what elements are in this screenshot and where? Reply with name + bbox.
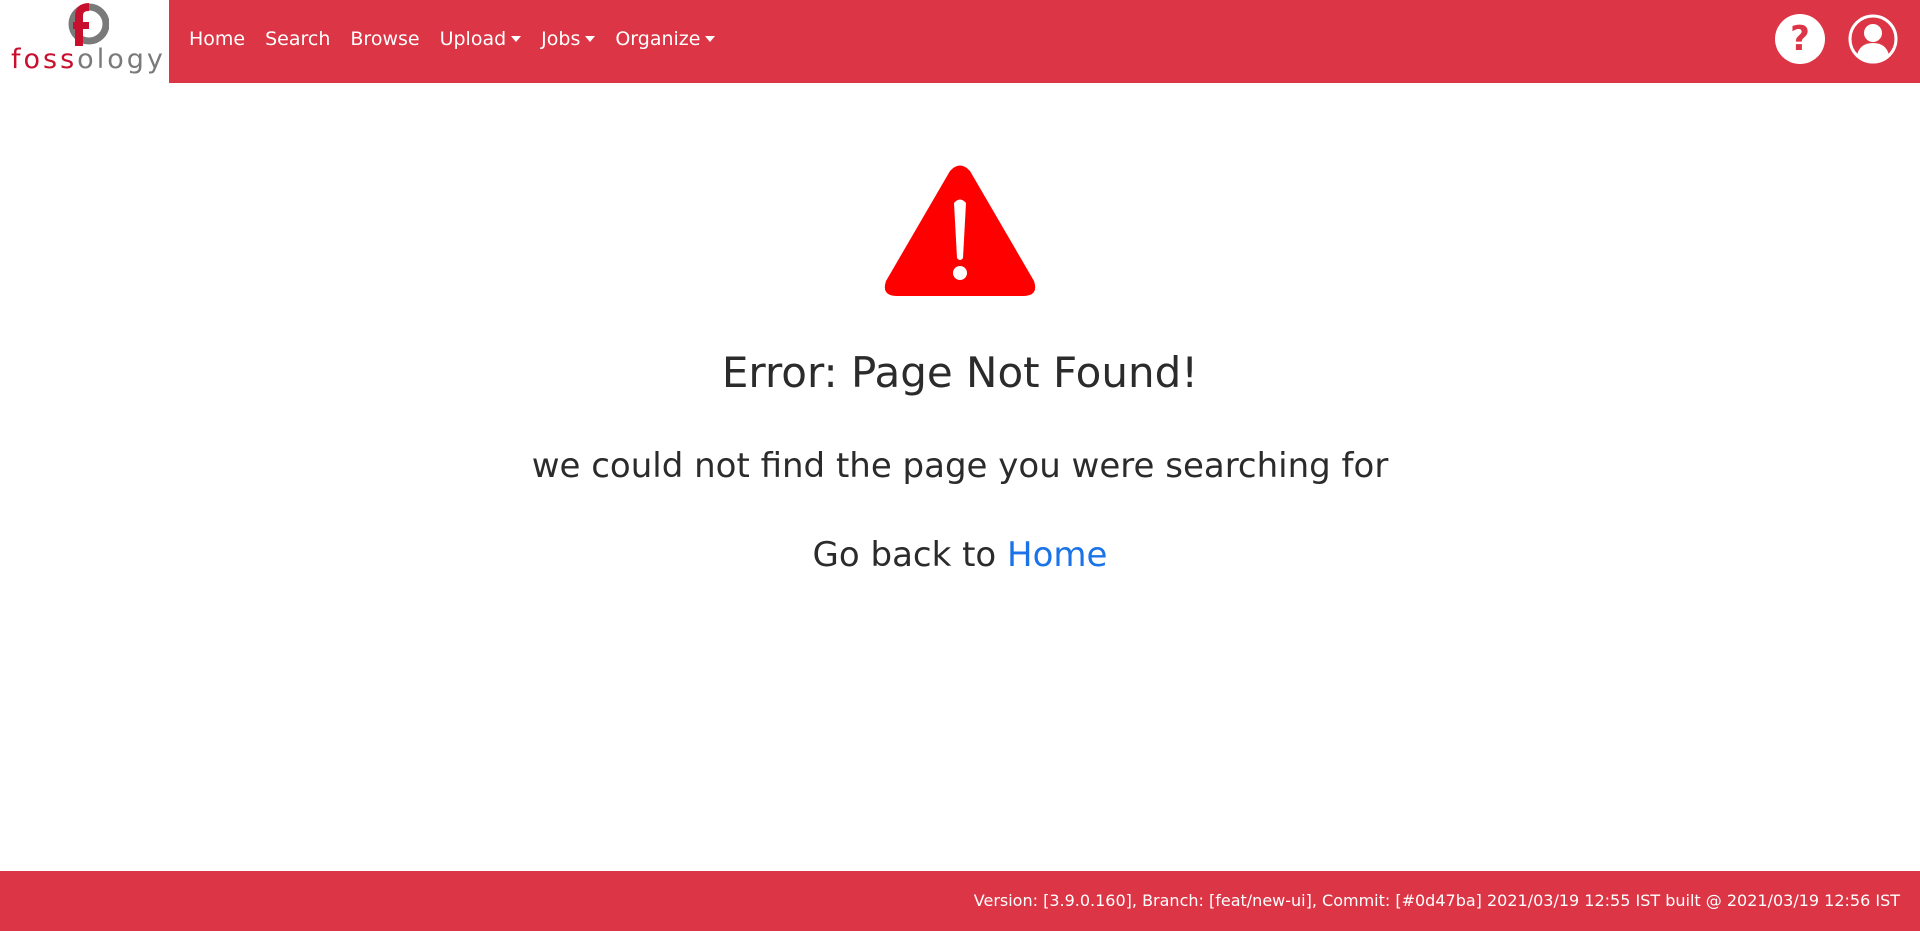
nav-upload-label: Upload xyxy=(439,28,507,50)
logo-text-foss: foss xyxy=(11,44,78,75)
nav-browse-label: Browse xyxy=(350,28,420,50)
nav-home[interactable]: Home xyxy=(189,28,245,50)
main-nav: Home Search Browse Upload Jobs Organize xyxy=(189,0,735,78)
caret-down-icon xyxy=(585,36,596,42)
home-link[interactable]: Home xyxy=(1007,535,1107,575)
nav-organize-label: Organize xyxy=(615,28,701,50)
nav-organize-dropdown[interactable]: Organize xyxy=(615,28,716,50)
nav-search-label: Search xyxy=(265,28,331,50)
fossology-logo-icon xyxy=(68,3,109,46)
error-message: we could not find the page you were sear… xyxy=(531,446,1389,486)
caret-down-icon xyxy=(511,36,522,42)
help-button[interactable]: ? xyxy=(1775,14,1825,64)
version-info: Version: [3.9.0.160], Branch: [feat/new-… xyxy=(973,891,1900,910)
caret-down-icon xyxy=(705,36,716,42)
warning-icon xyxy=(884,165,1036,296)
nav-jobs-label: Jobs xyxy=(541,28,581,50)
nav-jobs-dropdown[interactable]: Jobs xyxy=(541,28,596,50)
go-back-line: Go back to Home xyxy=(0,529,1920,581)
top-navbar: fossology Home Search Browse Upload Jobs… xyxy=(0,0,1920,83)
footer: Version: [3.9.0.160], Branch: [feat/new-… xyxy=(0,871,1920,931)
nav-upload-dropdown[interactable]: Upload xyxy=(440,28,522,50)
go-back-text: Go back to xyxy=(812,535,1008,575)
nav-search[interactable]: Search xyxy=(265,28,330,50)
logo-wordmark: fossology xyxy=(11,44,166,76)
nav-browse[interactable]: Browse xyxy=(350,28,419,50)
logo-text-ology: ology xyxy=(77,44,166,75)
error-title: Error: Page Not Found! xyxy=(721,348,1199,397)
fossology-logo[interactable]: fossology xyxy=(0,0,169,83)
user-icon[interactable] xyxy=(1848,14,1898,64)
page: fossology Home Search Browse Upload Jobs… xyxy=(0,0,1920,931)
question-icon: ? xyxy=(1790,19,1810,59)
nav-home-label: Home xyxy=(189,28,246,50)
